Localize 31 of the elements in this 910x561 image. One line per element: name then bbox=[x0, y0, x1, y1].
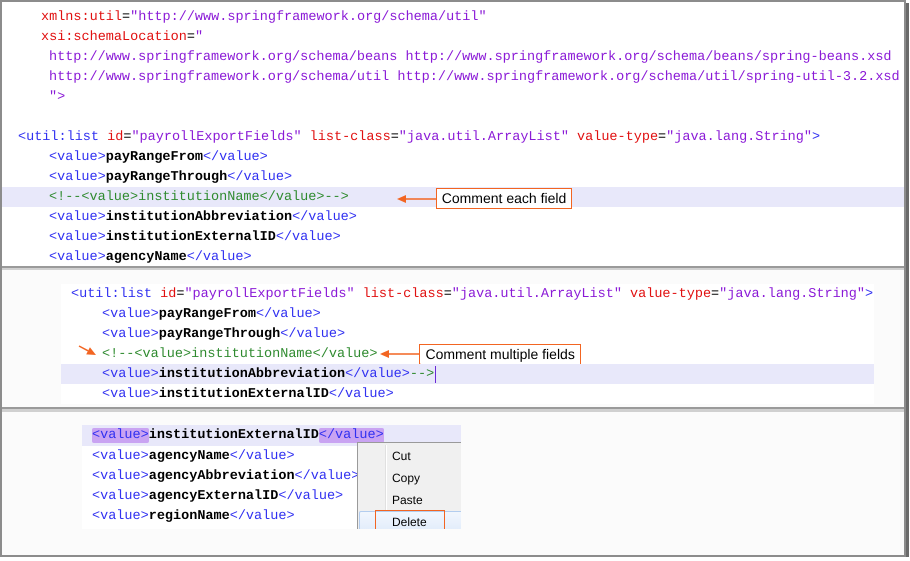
menu-item[interactable]: Copy bbox=[359, 467, 461, 489]
code-text: xsi:schemaLocation=" bbox=[41, 30, 204, 44]
code-text: <value>institutionAbbreviation</value>--> bbox=[102, 366, 434, 382]
arrow-icon bbox=[396, 192, 436, 204]
code-text: <value>institutionExternalID</value> bbox=[49, 230, 341, 244]
code-text: <!--<value>institutionName</value>--> bbox=[49, 190, 349, 204]
code-text: xmlns:util="http://www.springframework.org/schema/util" bbox=[41, 10, 487, 24]
code-text: <value>payRangeFrom</value> bbox=[49, 150, 268, 164]
code-text: <value>agencyExternalID</value> bbox=[92, 488, 344, 504]
callout-label: Comment each field bbox=[436, 188, 572, 209]
code-text: <util:list id="payrollExportFields" list-class="java.util.ArrayList" value-type="java.lang.String"> bbox=[18, 130, 820, 144]
code-text: <value>payRangeFrom</value> bbox=[102, 306, 321, 322]
code-text: <util:list id="payrollExportFields" list-class="java.util.ArrayList" value-type="java.lang.String"> bbox=[71, 286, 874, 302]
callout-label: Comment multiple fields bbox=[419, 344, 581, 364]
code-text: <value>payRangeThrough</value> bbox=[102, 326, 346, 342]
code-text: <value>regionName</value> bbox=[92, 508, 295, 524]
arrow-icon bbox=[379, 348, 420, 360]
code-text: <!--<value>institutionName</value> bbox=[102, 346, 378, 362]
code-text: <value>agencyName</value> bbox=[49, 250, 252, 264]
code-text: "> bbox=[49, 90, 66, 104]
menu-item[interactable]: Paste bbox=[359, 489, 461, 511]
code-text: <value>institutionExternalID</value> bbox=[92, 428, 384, 443]
code-text: http://www.springframework.org/schema/beans http://www.springframework.org/schema/beans/spring-beans.xsd bbox=[49, 50, 892, 64]
menu-item[interactable]: Cut bbox=[359, 445, 461, 467]
code-text: http://www.springframework.org/schema/util http://www.springframework.org/schema/util/spring-util-3.2.xsd bbox=[49, 70, 900, 84]
menu-item[interactable]: Delete bbox=[359, 511, 461, 529]
code-text: <value>agencyName</value> bbox=[92, 448, 295, 464]
code-text: <value>institutionExternalID</value> bbox=[102, 386, 394, 402]
code-text: <value>payRangeThrough</value> bbox=[49, 170, 292, 184]
code-text: <value>agencyAbbreviation</value> bbox=[92, 468, 360, 484]
code-text: <value>institutionAbbreviation</value> bbox=[49, 210, 357, 224]
